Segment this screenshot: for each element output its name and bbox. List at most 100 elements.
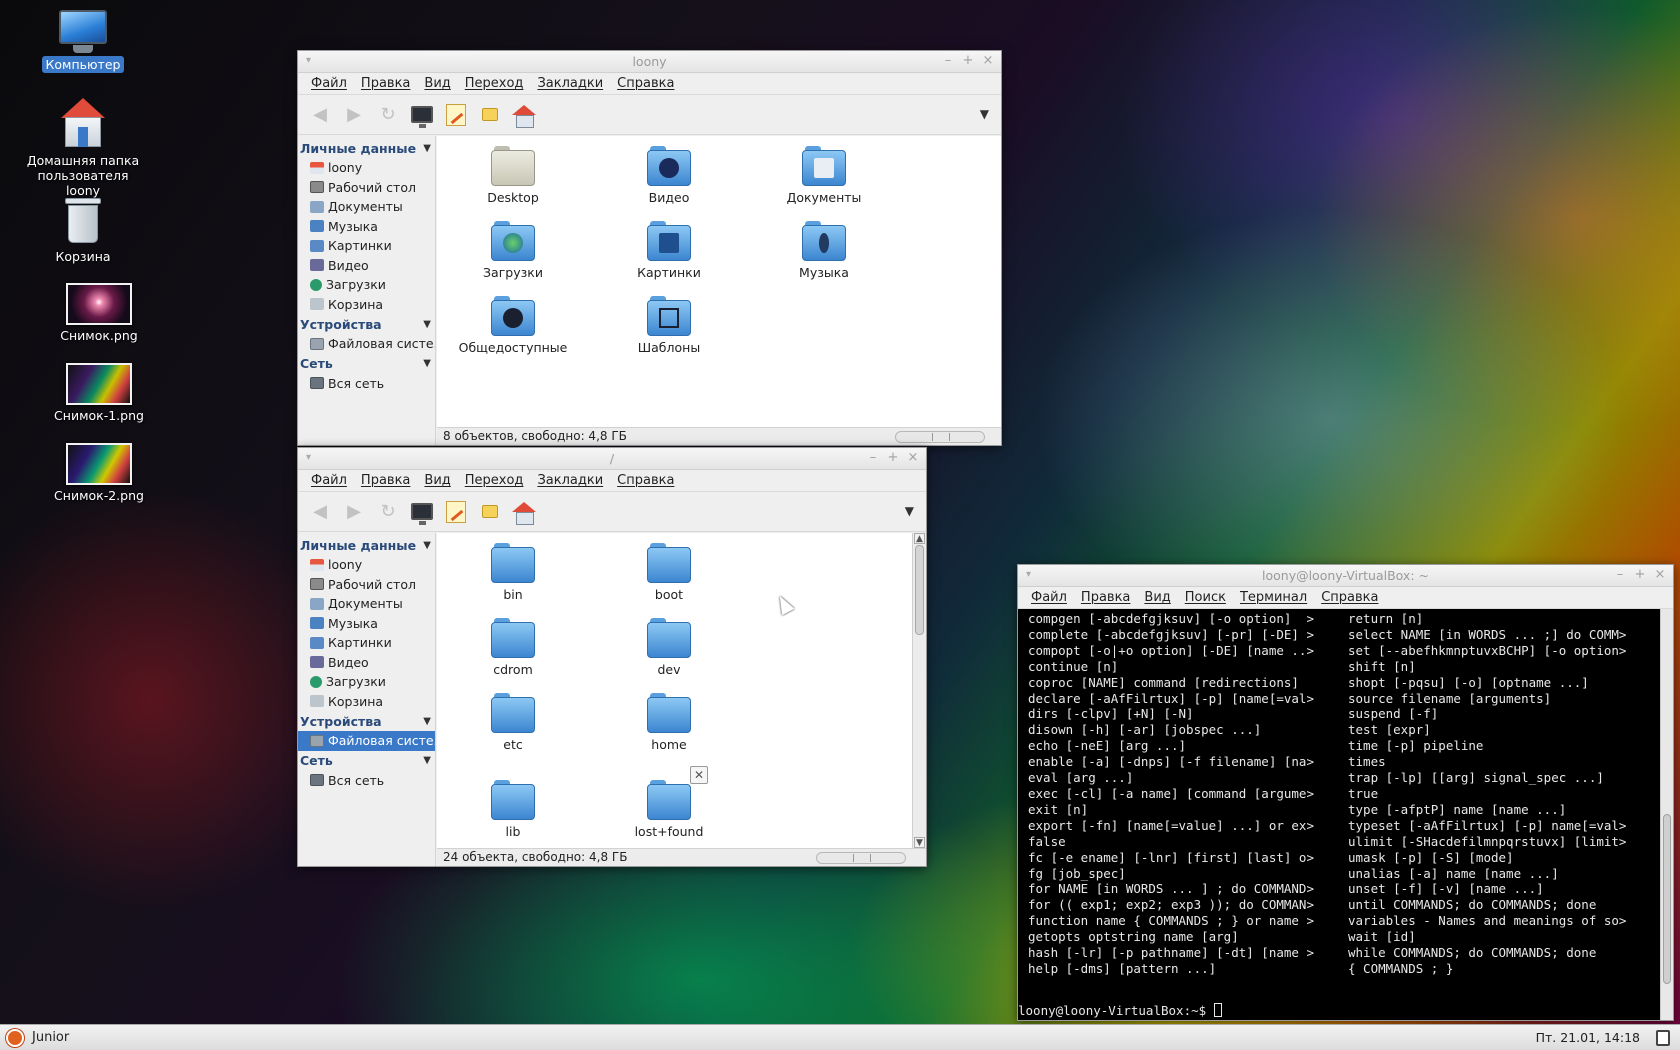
sidebar-item-desktop[interactable]: Рабочий стол <box>298 575 435 595</box>
scroll-down-icon[interactable]: ▼ <box>914 837 925 848</box>
horizontal-scrollbar[interactable] <box>816 852 906 864</box>
sidebar-item-filesystem[interactable]: Файловая систе... <box>298 731 435 751</box>
triangle-down-icon[interactable]: ▼ <box>423 716 431 727</box>
menu-file[interactable]: Файл <box>304 76 354 91</box>
window-titlebar[interactable]: ▾ / – + × <box>298 448 926 470</box>
menu-terminal[interactable]: Терминал <box>1233 590 1314 605</box>
folder-item[interactable]: Документы <box>764 146 884 205</box>
sidebar-section-network[interactable]: Сеть ▼ <box>298 751 435 771</box>
triangle-down-icon[interactable]: ▼ <box>423 319 431 330</box>
folder-item[interactable]: Шаблоны <box>609 296 729 355</box>
menu-help[interactable]: Справка <box>1314 590 1385 605</box>
triangle-down-icon[interactable]: ▼ <box>423 143 431 154</box>
back-arrow-icon[interactable]: ◀ <box>306 498 334 526</box>
scroll-thumb[interactable] <box>1663 814 1671 984</box>
folder-item[interactable]: bin <box>453 543 573 602</box>
folder-item[interactable]: Видео <box>609 146 729 205</box>
menu-help[interactable]: Справка <box>610 76 681 91</box>
scroll-thumb[interactable] <box>915 545 924 635</box>
sidebar-item-pictures[interactable]: Картинки <box>298 633 435 653</box>
sidebar-item-music[interactable]: Музыка <box>298 614 435 634</box>
clock[interactable]: Пт. 21.01, 14:18 <box>1536 1030 1640 1045</box>
terminal-output[interactable]: compgen [-abcdefgjksuv] [-o option] > com… <box>1018 609 1673 1020</box>
close-icon[interactable]: ✕ <box>690 766 708 784</box>
minimize-button[interactable]: – <box>866 450 880 466</box>
edit-location-icon[interactable] <box>442 101 470 129</box>
horizontal-scrollbar[interactable] <box>895 431 985 443</box>
sidebar-item-filesystem[interactable]: Файловая систе... <box>298 334 435 354</box>
scroll-up-icon[interactable]: ▲ <box>914 533 925 544</box>
folder-item[interactable]: home <box>609 693 729 752</box>
sidebar-item-downloads[interactable]: Загрузки <box>298 275 435 295</box>
triangle-down-icon[interactable]: ▼ <box>423 358 431 369</box>
folder-item[interactable]: Картинки <box>609 221 729 280</box>
desktop-icon-trash[interactable]: Корзина <box>18 196 148 265</box>
desktop-icon-screenshot[interactable]: Снимок.png <box>34 283 164 344</box>
folder-item[interactable]: cdrom <box>453 618 573 677</box>
triangle-down-icon[interactable]: ▼ <box>423 540 431 551</box>
sidebar-item-documents[interactable]: Документы <box>298 197 435 217</box>
folder-item[interactable]: lost+found <box>609 780 729 839</box>
close-button[interactable]: × <box>981 53 995 69</box>
sidebar-item-network[interactable]: Вся сеть <box>298 771 435 791</box>
forward-arrow-icon[interactable]: ▶ <box>340 498 368 526</box>
sidebar-item-loony[interactable]: loony <box>298 158 435 178</box>
new-folder-icon[interactable] <box>476 101 504 129</box>
reload-icon[interactable]: ↻ <box>374 498 402 526</box>
window-titlebar[interactable]: ▾ loony – + × <box>298 51 1001 73</box>
sidebar-item-loony[interactable]: loony <box>298 555 435 575</box>
maximize-button[interactable]: + <box>886 450 900 466</box>
sidebar-section-personal[interactable]: Личные данные ▼ <box>298 535 435 555</box>
menu-view[interactable]: Вид <box>417 473 457 488</box>
sidebar-item-trash[interactable]: Корзина <box>298 692 435 712</box>
menu-view[interactable]: Вид <box>417 76 457 91</box>
desktop-icon-screenshot-2[interactable]: Снимок-2.png <box>34 443 164 504</box>
sidebar-section-devices[interactable]: Устройства ▼ <box>298 711 435 731</box>
folder-item[interactable]: Загрузки <box>453 221 573 280</box>
terminal-prompt[interactable]: loony@loony-VirtualBox:~$ <box>1018 1003 1222 1018</box>
sidebar-item-downloads[interactable]: Загрузки <box>298 672 435 692</box>
menu-view[interactable]: Вид <box>1137 590 1177 605</box>
sidebar-item-documents[interactable]: Документы <box>298 594 435 614</box>
new-folder-icon[interactable] <box>476 498 504 526</box>
start-menu-label[interactable]: Junior <box>32 1030 69 1045</box>
folder-item[interactable]: dev <box>609 618 729 677</box>
system-tray-icon[interactable] <box>1656 1030 1670 1046</box>
home-icon[interactable] <box>510 101 538 129</box>
menu-edit[interactable]: Правка <box>354 473 417 488</box>
minimize-button[interactable]: – <box>941 53 955 69</box>
chevron-down-icon[interactable]: ▼ <box>905 504 914 518</box>
menu-search[interactable]: Поиск <box>1178 590 1233 605</box>
folder-item[interactable]: Desktop <box>453 146 573 205</box>
menu-file[interactable]: Файл <box>1024 590 1074 605</box>
menu-go[interactable]: Переход <box>458 76 531 91</box>
vertical-scrollbar[interactable]: ▲ ▼ <box>912 533 926 848</box>
sidebar-item-videos[interactable]: Видео <box>298 256 435 276</box>
folder-item[interactable]: boot <box>609 543 729 602</box>
close-button[interactable]: × <box>1653 567 1667 583</box>
reload-icon[interactable]: ↻ <box>374 101 402 129</box>
menu-edit[interactable]: Правка <box>1074 590 1137 605</box>
menu-edit[interactable]: Правка <box>354 76 417 91</box>
chevron-down-icon[interactable]: ▼ <box>980 107 989 121</box>
desktop-icon-screenshot-1[interactable]: Снимок-1.png <box>34 363 164 424</box>
close-button[interactable]: × <box>906 450 920 466</box>
sidebar-item-network[interactable]: Вся сеть <box>298 374 435 394</box>
home-icon[interactable] <box>510 498 538 526</box>
sidebar-item-desktop[interactable]: Рабочий стол <box>298 178 435 198</box>
edit-location-icon[interactable] <box>442 498 470 526</box>
computer-icon[interactable] <box>408 498 436 526</box>
start-menu-icon[interactable] <box>6 1029 24 1047</box>
maximize-button[interactable]: + <box>961 53 975 69</box>
window-titlebar[interactable]: ▾ loony@loony-VirtualBox: ~ – + × <box>1018 565 1673 587</box>
menu-help[interactable]: Справка <box>610 473 681 488</box>
folder-item[interactable]: etc <box>453 693 573 752</box>
menu-go[interactable]: Переход <box>458 473 531 488</box>
folder-item[interactable]: Общедоступные <box>453 296 573 355</box>
back-arrow-icon[interactable]: ◀ <box>306 101 334 129</box>
folder-item[interactable]: Музыка <box>764 221 884 280</box>
menu-file[interactable]: Файл <box>304 473 354 488</box>
sidebar-item-music[interactable]: Музыка <box>298 217 435 237</box>
sidebar-item-videos[interactable]: Видео <box>298 653 435 673</box>
desktop-icon-computer[interactable]: Компьютер <box>18 10 148 73</box>
